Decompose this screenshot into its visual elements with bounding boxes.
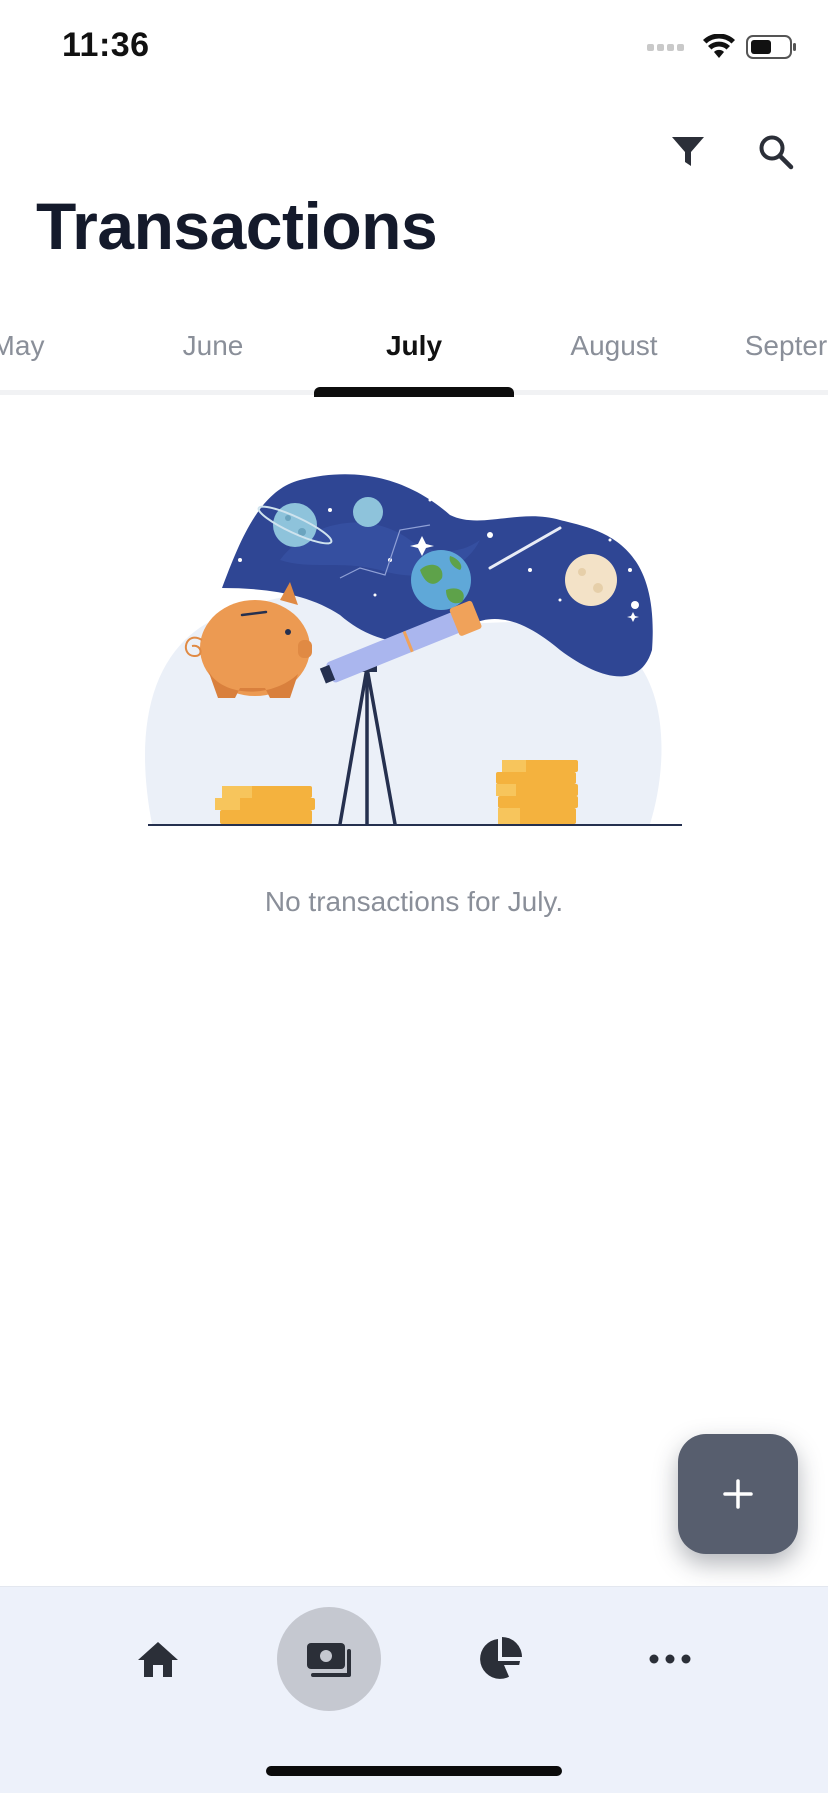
pie-chart-icon	[480, 1637, 522, 1679]
cellular-signal-icon	[647, 43, 684, 51]
nav-home[interactable]	[106, 1607, 210, 1711]
status-bar: 11:36	[0, 0, 828, 100]
page-title: Transactions	[36, 189, 438, 263]
search-icon	[759, 135, 794, 170]
active-tab-indicator	[314, 387, 514, 397]
empty-state-message: No transactions for July.	[264, 886, 564, 917]
add-transaction-button[interactable]	[678, 1434, 798, 1554]
home-icon	[138, 1642, 178, 1677]
filter-button[interactable]	[664, 128, 712, 176]
plus-icon	[723, 1479, 753, 1509]
tab-august[interactable]: August	[570, 330, 657, 362]
more-icon	[649, 1654, 691, 1664]
nav-reports[interactable]	[448, 1607, 552, 1711]
tab-september[interactable]: Septer	[745, 330, 828, 362]
search-button[interactable]	[752, 128, 800, 176]
status-icons	[647, 34, 798, 60]
filter-icon	[672, 137, 704, 166]
home-indicator	[266, 1766, 562, 1776]
battery-icon	[746, 35, 796, 59]
transactions-icon	[307, 1643, 351, 1677]
wifi-icon	[703, 34, 735, 58]
tab-may[interactable]: May	[0, 330, 44, 362]
header-actions	[664, 128, 800, 176]
nav-more[interactable]	[618, 1607, 722, 1711]
month-tabs: May June July August Septer	[0, 320, 828, 394]
status-time: 11:36	[62, 26, 150, 64]
bottom-nav	[0, 1586, 828, 1793]
tab-june[interactable]: June	[183, 330, 244, 362]
tab-july[interactable]: July	[386, 330, 442, 362]
empty-state-illustration	[145, 474, 682, 826]
nav-transactions[interactable]	[277, 1607, 381, 1711]
